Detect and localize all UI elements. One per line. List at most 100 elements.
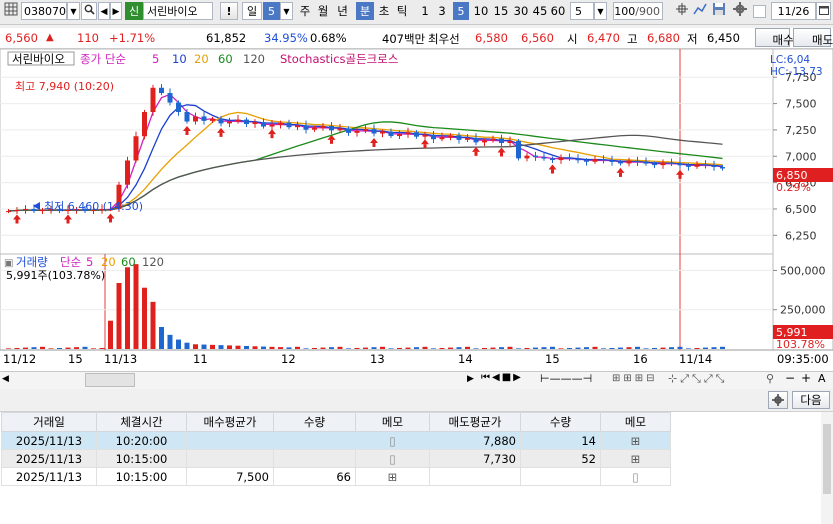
interval-dropdown-icon[interactable]: ▼ xyxy=(594,2,607,20)
price-change-pct: +1.71% xyxy=(109,31,156,45)
col-header-buy-qty[interactable]: 수량 xyxy=(273,412,356,432)
crosshair-icon[interactable] xyxy=(674,2,690,20)
zoom-in-icon[interactable]: + xyxy=(801,371,811,385)
drawing-tool-icon[interactable] xyxy=(692,2,708,20)
period-day-button[interactable]: 일 xyxy=(242,2,262,20)
memo-icon[interactable]: ▯ xyxy=(355,449,430,468)
period-sec-button[interactable]: 초 xyxy=(376,2,392,20)
candle-body xyxy=(303,125,309,130)
period-year-button[interactable]: 년 xyxy=(334,2,351,20)
memo-icon[interactable]: ▯ xyxy=(355,431,430,450)
interval-3[interactable]: 3 xyxy=(435,2,449,20)
volume-bar xyxy=(150,301,156,349)
zoom-slider[interactable]: ⊢———⊣ xyxy=(540,372,592,385)
zoom-search-icon[interactable]: ⚲ xyxy=(766,372,774,385)
view-tools-icon[interactable]: ⊞⊞⊞⊟ xyxy=(612,373,658,384)
drawing-tools-icon[interactable]: ⊹⤢⤡⤢⤡ xyxy=(668,372,727,386)
volume-legend-ma60: 60 xyxy=(121,255,136,269)
period-week-button[interactable]: 주 xyxy=(297,2,313,20)
col-header-time[interactable]: 체결시간 xyxy=(96,412,187,432)
col-header-buy-avg[interactable]: 매수평균가 xyxy=(186,412,274,432)
search-icon[interactable] xyxy=(81,2,97,20)
volume-bar xyxy=(133,264,139,349)
interval-5[interactable]: 5 xyxy=(453,2,469,20)
price-tick-label: 7,500 xyxy=(785,98,817,111)
chart-canvas[interactable]: 6,2506,5006,7507,0007,2507,5007,750250,0… xyxy=(0,49,833,371)
next-stock-icon[interactable]: ▶ xyxy=(110,2,122,20)
candle-body xyxy=(575,158,581,161)
col-header-sell-avg[interactable]: 매도평균가 xyxy=(429,412,521,432)
candle-body xyxy=(550,158,555,161)
volume-bar xyxy=(584,347,589,349)
candle-body xyxy=(159,87,164,94)
interval-15[interactable]: 15 xyxy=(492,2,510,20)
zoom-out-icon[interactable]: − xyxy=(785,371,795,385)
memo-edit-icon[interactable]: ⊞ xyxy=(600,431,671,450)
memo-icon[interactable]: ▯ xyxy=(600,467,671,486)
prev-stock-icon[interactable]: ◀ xyxy=(98,2,110,20)
scroll-left-icon[interactable]: ◀ xyxy=(2,374,9,384)
open-price: 6,470 xyxy=(587,31,620,45)
period-month-button[interactable]: 월 xyxy=(315,2,331,20)
next-button[interactable]: 다음 xyxy=(792,391,830,409)
interval-10[interactable]: 10 xyxy=(472,2,490,20)
volume-bar xyxy=(524,347,530,349)
interval-30[interactable]: 30 xyxy=(512,2,530,20)
cell-buy-avg: 7,500 xyxy=(186,467,274,486)
save-icon[interactable] xyxy=(711,2,727,20)
date-checkbox[interactable] xyxy=(753,5,766,18)
interval-45[interactable]: 45 xyxy=(531,2,549,20)
volume-bar xyxy=(14,347,20,349)
stock-code-input[interactable]: 038070 xyxy=(21,2,67,20)
calendar-icon[interactable] xyxy=(816,2,831,20)
zoom-field[interactable]: 100/900 xyxy=(613,2,663,20)
buy-button[interactable]: 매수 xyxy=(755,28,794,47)
interval-60[interactable]: 60 xyxy=(549,2,567,20)
memo-edit-icon[interactable]: ⊞ xyxy=(355,467,430,486)
buy-signal-arrow-stem xyxy=(619,172,622,177)
table-row[interactable]: 2025/11/13 10:15:00 7,500 66 ⊞ ▯ xyxy=(1,467,671,486)
volume-bar xyxy=(397,347,402,349)
gear-icon[interactable] xyxy=(732,2,748,20)
interval-1[interactable]: 1 xyxy=(418,2,432,20)
col-header-date[interactable]: 거래일 xyxy=(1,412,97,432)
col-header-sell-memo[interactable]: 메모 xyxy=(600,412,671,432)
code-dropdown-icon[interactable]: ▼ xyxy=(67,2,80,20)
panel-settings-button[interactable] xyxy=(768,391,788,409)
table-scroll-thumb[interactable] xyxy=(823,424,831,494)
volume-bar xyxy=(575,347,581,349)
period-tick-button[interactable]: 틱 xyxy=(394,2,410,20)
date-field[interactable]: 11/26 xyxy=(771,2,816,20)
volume-bar xyxy=(609,347,615,349)
period-min-button[interactable]: 분 xyxy=(356,2,374,20)
sell-button[interactable]: 매도 xyxy=(793,28,833,47)
scroll-thumb[interactable] xyxy=(85,373,135,387)
table-row[interactable]: 2025/11/13 10:15:00 ▯ 7,730 52 ⊞ xyxy=(1,449,671,468)
stock-name-field[interactable]: 서린바이오 xyxy=(143,2,213,20)
font-size-icon[interactable]: A xyxy=(818,372,826,385)
day-count-dropdown-icon[interactable]: ▼ xyxy=(280,2,293,20)
legend-indicator: Stochastics골든크로스 xyxy=(280,52,398,66)
alert-button[interactable]: ! xyxy=(220,2,238,20)
table-row[interactable]: 2025/11/13 10:20:00 ▯ 7,880 14 ⊞ xyxy=(1,431,671,450)
candle-body xyxy=(278,122,283,125)
table-scrollbar[interactable] xyxy=(821,412,833,524)
candle-body xyxy=(176,102,181,113)
chart-area[interactable]: 6,250 6,500 6,750 7,000 7,250 7,500 7,750 250,0… xyxy=(0,49,833,371)
memo-edit-icon[interactable]: ⊞ xyxy=(600,449,671,468)
day-count-field[interactable]: 5 xyxy=(263,2,280,20)
grid-icon[interactable] xyxy=(2,2,19,20)
candle-body xyxy=(677,163,683,166)
legend-ma60: 60 xyxy=(218,52,233,66)
candle-body xyxy=(618,161,623,164)
buy-signal-arrow-stem xyxy=(372,142,376,147)
interval-count-field[interactable]: 5 xyxy=(570,2,594,20)
playback-controls[interactable]: ⏮◀■▶ xyxy=(481,372,541,387)
interval-1-label: 1 xyxy=(421,4,429,18)
col-header-sell-qty[interactable]: 수량 xyxy=(520,412,601,432)
col-header-buy-memo[interactable]: 메모 xyxy=(355,412,430,432)
volume-bar xyxy=(116,283,122,349)
candle-body xyxy=(346,128,351,133)
volume-bar xyxy=(405,347,411,349)
scroll-right-icon[interactable]: ▶ xyxy=(467,374,474,384)
